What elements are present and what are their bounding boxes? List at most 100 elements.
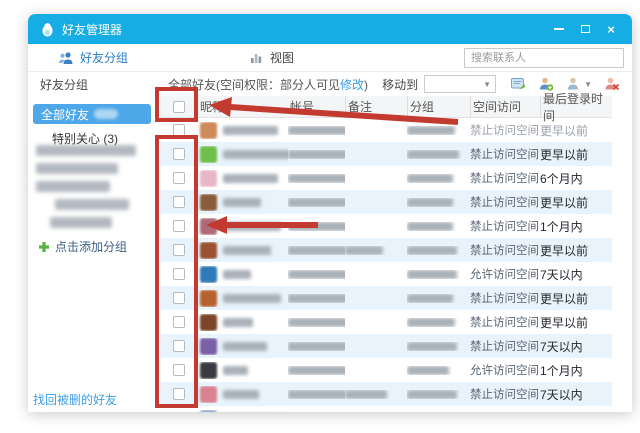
row-checkbox[interactable] (173, 148, 185, 160)
row-checkbox-cell (160, 316, 198, 328)
row-checkbox[interactable] (173, 196, 185, 208)
redacted-group-item[interactable] (36, 181, 110, 192)
select-all-checkbox[interactable] (173, 100, 185, 113)
nickname-cell (198, 169, 288, 187)
space-access-cell: 禁止访问空间 (470, 293, 539, 305)
all-friends-label: 全部好友 (41, 107, 90, 122)
remark-cell (345, 389, 407, 399)
table-row: 禁止访问空间 7天以内 (160, 382, 612, 406)
redacted-nickname (223, 221, 281, 231)
nickname-cell (198, 313, 288, 331)
table-row: 禁止访问空间 更早以前 (160, 286, 612, 310)
restore-deleted-link[interactable]: 找回被删的好友 (33, 391, 117, 408)
move-to-select[interactable]: ▼ (424, 75, 497, 93)
row-checkbox[interactable] (173, 244, 185, 256)
nickname-cell (198, 289, 288, 307)
group-cell (407, 365, 470, 375)
friend-avatar (200, 289, 217, 307)
row-checkbox[interactable] (173, 268, 185, 280)
redacted-group-item[interactable] (55, 199, 129, 210)
redacted-group-item[interactable] (36, 163, 118, 174)
column-header[interactable]: 空间访问 (470, 96, 540, 117)
group-sidebar: 全部好友 特别关心 (3) 点击添加分组 找回被删的好友 (28, 96, 160, 412)
space-access-cell: 禁止访问空间 (470, 173, 539, 185)
redacted-account (288, 365, 345, 375)
table-row: 允许访问空间 7天以内 (160, 262, 612, 286)
table-row: 允许访问空间 1个月内 (160, 358, 612, 382)
close-button[interactable]: × (598, 18, 624, 40)
row-checkbox[interactable] (173, 124, 185, 136)
table-header: 昵称 帐号 备注 分组 空间访问 最后登录时间 (160, 92, 612, 123)
window-title: 好友管理器 (62, 22, 123, 37)
row-checkbox[interactable] (173, 388, 185, 400)
redacted-group (407, 389, 457, 399)
scope-suffix: ) (364, 77, 369, 92)
nickname-cell (198, 265, 288, 283)
column-header[interactable]: 帐号 (288, 96, 345, 117)
last-login-cell: 更早以前 (540, 123, 589, 138)
search-input[interactable] (464, 47, 624, 68)
row-checkbox[interactable] (173, 316, 185, 328)
friend-avatar (200, 385, 217, 403)
redacted-group (407, 173, 453, 183)
group-cell (407, 221, 470, 231)
group-cell (407, 269, 470, 279)
message-button[interactable] (510, 76, 526, 92)
add-group-button[interactable]: 点击添加分组 (38, 238, 127, 255)
space-access-cell: 禁止访问空间 (470, 125, 539, 137)
redacted-nickname (223, 293, 281, 303)
row-checkbox[interactable] (173, 172, 185, 184)
view-bars-icon (251, 53, 262, 63)
row-checkbox[interactable] (173, 364, 185, 376)
minimize-button[interactable] (546, 18, 572, 40)
group-cell (407, 125, 470, 135)
sidebar-item-all-friends[interactable]: 全部好友 (33, 104, 151, 124)
column-header[interactable]: 昵称 (198, 96, 288, 117)
account-cell (288, 125, 345, 135)
friend-avatar (200, 217, 217, 235)
last-login-cell: 7天以内 (540, 267, 583, 282)
last-login-cell: 更早以前 (540, 243, 589, 258)
view-tab[interactable]: 视图 (248, 49, 294, 66)
friend-groups-tab[interactable]: 好友分组 (58, 49, 128, 66)
redacted-group-item[interactable] (36, 145, 136, 156)
account-cell (288, 173, 345, 183)
row-checkbox[interactable] (173, 292, 185, 304)
account-cell (288, 197, 345, 207)
column-header[interactable]: 备注 (345, 96, 407, 117)
maximize-button[interactable] (572, 18, 598, 40)
column-header[interactable]: 分组 (407, 96, 470, 117)
qq-penguin-icon (42, 22, 53, 36)
space-access-cell: 禁止访问空间 (470, 221, 539, 233)
row-checkbox[interactable] (173, 220, 185, 232)
group-cell (407, 317, 470, 327)
friend-avatar (200, 241, 217, 259)
account-cell (288, 149, 345, 159)
friend-groups-label: 好友分组 (80, 51, 129, 65)
nickname-cell (198, 361, 288, 379)
group-cell (407, 149, 470, 159)
scope-text: 全部好友(空间权限：部分人可见修改) (160, 76, 368, 93)
group-cell (407, 293, 470, 303)
redacted-remark (345, 389, 387, 399)
window-body: 全部好友 特别关心 (3) 点击添加分组 找回被删的好友 昵称 帐号 备注 分组… (28, 92, 632, 412)
last-login-cell: 更早以前 (540, 291, 589, 306)
last-login-cell: 1个月内 (540, 219, 583, 234)
redacted-account (288, 245, 345, 255)
friend-manager-window: 好友管理器 × 好友分组 视图 搜索联系人 好友分组 全部好友(空间权限：部分人… (28, 14, 632, 412)
table-row: 禁止访问空间 7天以内 (160, 334, 612, 358)
redacted-nickname (223, 197, 261, 207)
row-checkbox-cell (160, 364, 198, 376)
column-header[interactable]: 最后登录时间 (540, 92, 612, 123)
redacted-count-badge (94, 109, 119, 119)
friend-avatar (200, 361, 217, 379)
edit-permission-link[interactable]: 修改 (340, 78, 364, 92)
account-cell (288, 221, 345, 231)
row-checkbox[interactable] (173, 340, 185, 352)
redacted-group-item[interactable] (50, 217, 112, 228)
space-access-cell: 禁止访问空间 (470, 317, 539, 329)
chevron-down-icon: ▼ (584, 79, 592, 89)
row-checkbox-cell (160, 220, 198, 232)
table-row: 禁止访问空间 更早以前 (160, 238, 612, 262)
account-cell (288, 317, 345, 327)
